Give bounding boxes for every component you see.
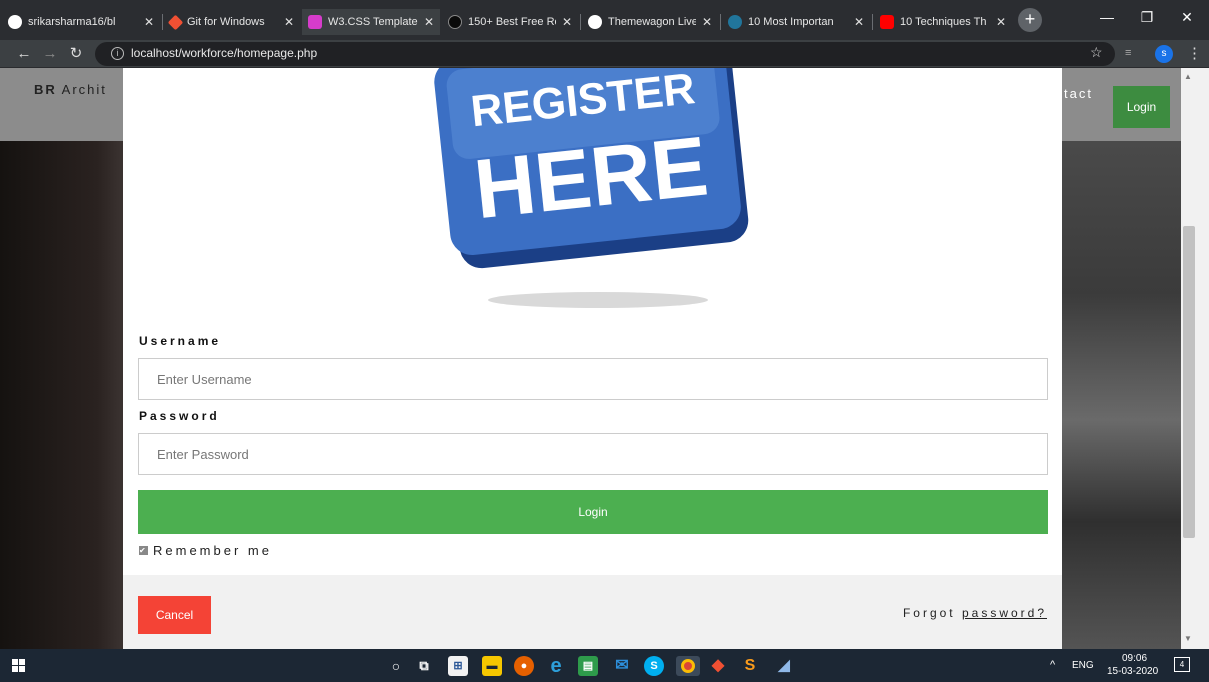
task-view-icon[interactable]: ⧉ (414, 656, 434, 676)
wordpress-icon (728, 15, 742, 29)
forgot-prefix: Forgot (902, 606, 962, 620)
tab-techniques[interactable]: 10 Techniques Th ✕ (874, 9, 1012, 35)
window-close-button[interactable]: ✕ (1167, 4, 1207, 32)
scroll-thumb[interactable] (1183, 226, 1195, 538)
snipping-icon[interactable]: ◢ (774, 656, 794, 676)
tray-chevron-icon[interactable]: ^ (1050, 659, 1055, 671)
remember-checkbox[interactable]: ✔ (139, 546, 148, 555)
search-circle-icon[interactable]: ○ (386, 656, 406, 676)
tab-separator (580, 14, 581, 30)
close-icon[interactable]: ✕ (996, 15, 1006, 29)
tab-git-for-windows[interactable]: Git for Windows ✕ (164, 9, 300, 35)
windows-start-icon[interactable] (12, 659, 25, 672)
firefox-icon[interactable]: ● (514, 656, 534, 676)
windows-taskbar: ○ ⧉ ⊞ ▬ ● e ▤ ✉ S ◆ S ◢ ^ ENG 09:06 15-0… (0, 649, 1209, 682)
sublime-icon[interactable]: S (740, 656, 760, 676)
url-bar[interactable]: i localhost/workforce/homepage.php (95, 42, 1115, 66)
skype-icon[interactable]: S (644, 656, 664, 676)
git-icon (167, 14, 184, 30)
restore-button[interactable]: ❐ (1127, 4, 1167, 32)
tab-separator (872, 14, 873, 30)
tab-title: 150+ Best Free Re (468, 16, 556, 28)
url-text[interactable]: localhost/workforce/homepage.php (131, 46, 317, 60)
forgot-password: Forgot password? (903, 606, 1047, 620)
background-photo (1062, 141, 1181, 649)
tab-themewagon[interactable]: Themewagon Live ✕ (582, 9, 718, 35)
tab-title: Themewagon Live (608, 16, 696, 28)
themewagon-icon (588, 15, 602, 29)
scroll-down-icon[interactable]: ▼ (1184, 634, 1192, 643)
scroll-up-icon[interactable]: ▲ (1184, 72, 1192, 81)
remember-label: Remember me (153, 543, 272, 558)
close-icon[interactable]: ✕ (562, 15, 572, 29)
password-label: Password (139, 409, 220, 423)
nav-login-button[interactable]: Login (1113, 86, 1170, 128)
login-modal: REGISTER HERE Username Password Login ✔ … (123, 68, 1062, 649)
new-tab-button[interactable]: + (1018, 8, 1042, 32)
tab-title: 10 Techniques Th (900, 16, 987, 28)
themefisher-icon (448, 15, 462, 29)
tab-title: 10 Most Importan (748, 16, 834, 28)
site-brand[interactable]: BR Archit (34, 82, 107, 97)
youtube-icon (880, 15, 894, 29)
tab-title: W3.CSS Template (328, 16, 418, 28)
bookmark-star-icon[interactable]: ☆ (1090, 44, 1103, 61)
tab-github[interactable]: srikarsharma16/bl ✕ (2, 9, 160, 35)
close-icon[interactable]: ✕ (702, 15, 712, 29)
username-input[interactable] (138, 358, 1048, 400)
chrome-icon[interactable] (676, 656, 700, 676)
login-button[interactable]: Login (138, 490, 1048, 534)
nav-contact-link[interactable]: tact (1064, 86, 1093, 101)
back-arrow-icon[interactable]: ← (14, 44, 34, 64)
notification-icon[interactable]: 4 (1174, 657, 1190, 672)
forward-arrow-icon[interactable]: → (40, 44, 60, 64)
store-icon[interactable]: ⊞ (448, 656, 468, 676)
address-bar: ← → ↻ i localhost/workforce/homepage.php… (0, 40, 1209, 68)
edge-icon[interactable]: e (546, 656, 566, 676)
browser-tab-bar: srikarsharma16/bl ✕ Git for Windows ✕ W3… (0, 0, 1209, 40)
w3css-icon (308, 15, 322, 29)
modal-footer: Cancel Forgot password? (123, 575, 1062, 649)
mail-icon[interactable]: ✉ (612, 656, 632, 676)
forgot-password-link[interactable]: password? (962, 606, 1047, 620)
info-icon[interactable]: i (111, 47, 124, 60)
close-icon[interactable]: ✕ (144, 15, 154, 29)
file-explorer-icon[interactable]: ▬ (482, 656, 502, 676)
tab-separator (162, 14, 163, 30)
notes-icon[interactable]: ▤ (578, 656, 598, 676)
password-input[interactable] (138, 433, 1048, 475)
tab-most-important[interactable]: 10 Most Importan ✕ (722, 9, 870, 35)
tab-w3css-template[interactable]: W3.CSS Template ✕ (302, 9, 440, 35)
tab-title: Git for Windows (187, 16, 265, 28)
username-label: Username (139, 334, 222, 348)
extension-icon[interactable]: ≡ (1125, 47, 1131, 59)
github-icon (8, 15, 22, 29)
brand-rest: Archit (56, 82, 107, 97)
close-icon[interactable]: ✕ (424, 15, 434, 29)
remember-me[interactable]: ✔ Remember me (139, 543, 272, 558)
cancel-button[interactable]: Cancel (138, 596, 211, 634)
close-icon[interactable]: ✕ (284, 15, 294, 29)
close-icon[interactable]: ✕ (854, 15, 864, 29)
language-indicator[interactable]: ENG (1072, 660, 1094, 671)
browser-menu-icon[interactable]: ⋮ (1187, 44, 1202, 62)
clock-time[interactable]: 09:06 (1122, 653, 1147, 664)
reload-icon[interactable]: ↻ (66, 44, 86, 64)
tab-separator (720, 14, 721, 30)
clock-date[interactable]: 15-03-2020 (1107, 666, 1158, 677)
tab-best-free[interactable]: 150+ Best Free Re ✕ (442, 9, 578, 35)
register-here-banner: REGISTER HERE (434, 68, 749, 308)
brand-bold: BR (34, 82, 57, 97)
tab-title: srikarsharma16/bl (28, 16, 116, 28)
profile-avatar[interactable]: s (1155, 45, 1173, 63)
git-icon[interactable]: ◆ (708, 656, 728, 676)
minimize-button[interactable]: — (1087, 4, 1127, 32)
